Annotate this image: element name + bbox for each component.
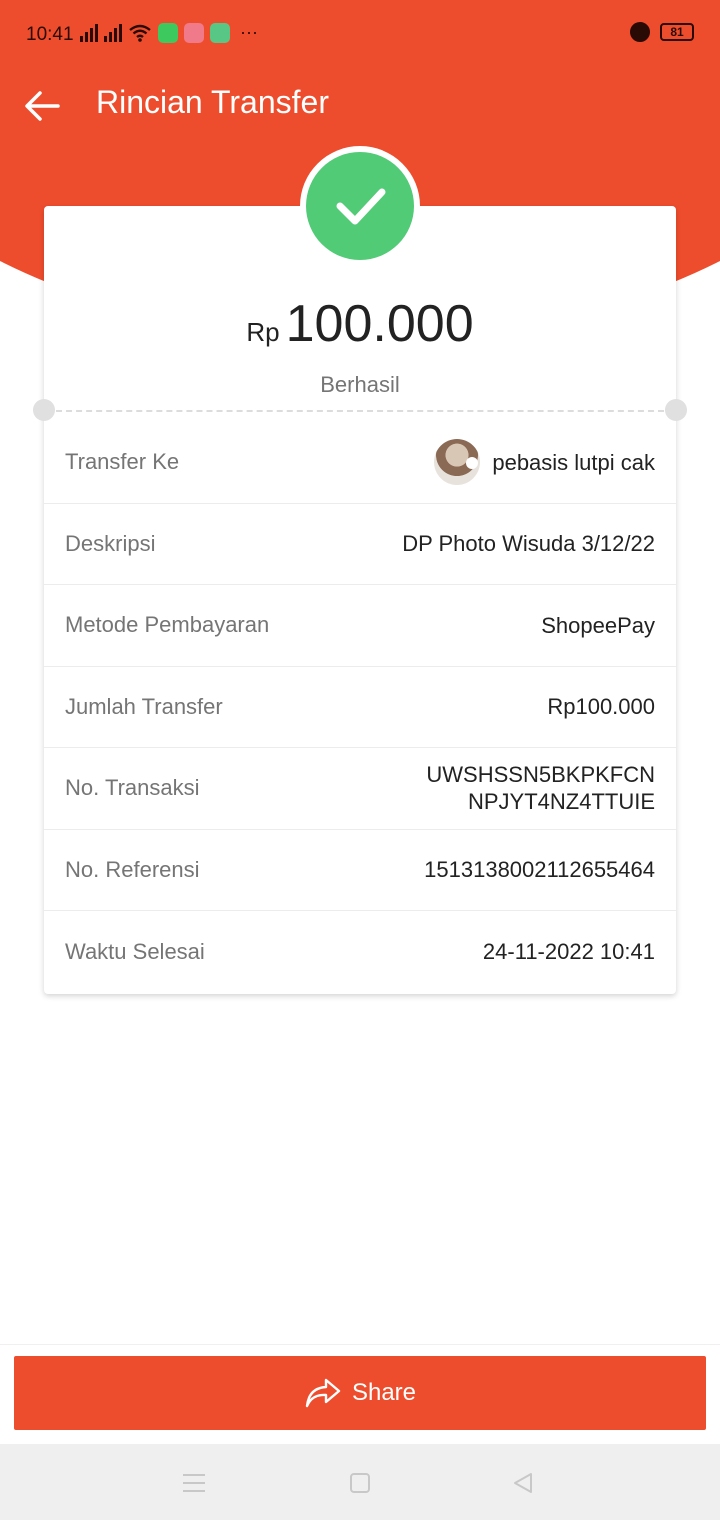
signal-icon xyxy=(80,23,98,42)
transfer-status: Berhasil xyxy=(320,372,400,397)
recipient-avatar xyxy=(434,439,481,486)
share-arrow-icon xyxy=(305,1378,341,1408)
chat-app-icon xyxy=(210,22,230,43)
detail-value: 24-11-2022 10:41 xyxy=(482,939,655,965)
alarm-icon xyxy=(630,22,650,42)
system-back-button[interactable] xyxy=(512,1472,534,1494)
status-time: 10:41 xyxy=(26,24,74,45)
home-button[interactable] xyxy=(350,1473,370,1493)
detail-row-description: Deskripsi DP Photo Wisuda 3/12/22 xyxy=(44,504,676,585)
app-notification-icon xyxy=(184,22,204,43)
transfer-receipt-card: Rp 100.000 Berhasil Transfer Ke pebasis l… xyxy=(33,206,687,994)
detail-row-amount: Jumlah Transfer Rp100.000 xyxy=(44,667,676,748)
transaction-no-line1: UWSHSSN5BKPKFCN xyxy=(426,762,655,788)
detail-label: Transfer Ke xyxy=(65,449,180,475)
more-notifications-icon: ··· xyxy=(240,22,258,42)
recipient-name: pebasis lutpi cak xyxy=(492,449,655,475)
details-list: Transfer Ke pebasis lutpi cak Deskripsi … xyxy=(44,422,676,993)
detail-value: ShopeePay xyxy=(541,612,655,638)
detail-row-transaction-no: No. Transaksi UWSHSSN5BKPKFCN NPJYT4NZ4T… xyxy=(44,748,676,830)
ticket-notch-right xyxy=(665,399,687,421)
check-icon xyxy=(336,188,386,225)
detail-value: Rp100.000 xyxy=(547,694,655,720)
dashed-divider xyxy=(56,410,664,412)
triangle-back-icon xyxy=(514,1473,532,1493)
page-title: Rincian Transfer xyxy=(96,84,329,120)
detail-row-reference-no: No. Referensi 1513138002112655464 xyxy=(44,830,676,911)
success-badge xyxy=(300,146,420,266)
transaction-no-line2: NPJYT4NZ4TTUIE xyxy=(467,789,655,815)
success-circle xyxy=(306,152,414,260)
ticket-notch-left xyxy=(33,399,55,421)
detail-label: No. Transaksi xyxy=(65,775,200,801)
whatsapp-icon xyxy=(158,22,178,43)
amount-currency: Rp xyxy=(246,317,280,347)
detail-value: 1513138002112655464 xyxy=(424,857,655,883)
amount-value: 100.000 xyxy=(285,295,474,353)
detail-label: Waktu Selesai xyxy=(65,938,205,964)
battery-icon: 81 xyxy=(660,23,694,41)
detail-label: Deskripsi xyxy=(65,530,156,556)
signal-icon xyxy=(104,23,122,42)
detail-row-completed-time: Waktu Selesai 24-11-2022 10:41 xyxy=(44,911,676,993)
detail-label: Metode Pembayaran xyxy=(65,612,270,638)
recent-apps-button[interactable] xyxy=(183,1474,205,1492)
detail-label: No. Referensi xyxy=(65,856,200,882)
detail-value: UWSHSSN5BKPKFCN NPJYT4NZ4TTUIE xyxy=(426,761,655,815)
detail-label: Jumlah Transfer xyxy=(65,693,223,719)
detail-row-payment-method: Metode Pembayaran ShopeePay xyxy=(44,585,676,667)
share-button[interactable]: Share xyxy=(14,1356,706,1430)
detail-value: DP Photo Wisuda 3/12/22 xyxy=(402,531,655,557)
status-right: 81 xyxy=(630,22,694,42)
share-label: Share xyxy=(351,1379,417,1406)
back-button[interactable] xyxy=(20,84,64,128)
status-bar: 10:41 ··· 81 xyxy=(0,0,720,70)
detail-row-transfer-to: Transfer Ke pebasis lutpi cak xyxy=(44,422,676,504)
amount-display: Rp 100.000 xyxy=(44,294,676,354)
recipient: pebasis lutpi cak xyxy=(434,439,655,486)
status-icons: ··· xyxy=(80,22,258,43)
app-header: Rincian Transfer xyxy=(0,70,720,140)
arrow-left-icon xyxy=(25,91,60,121)
wifi-icon xyxy=(129,24,151,42)
